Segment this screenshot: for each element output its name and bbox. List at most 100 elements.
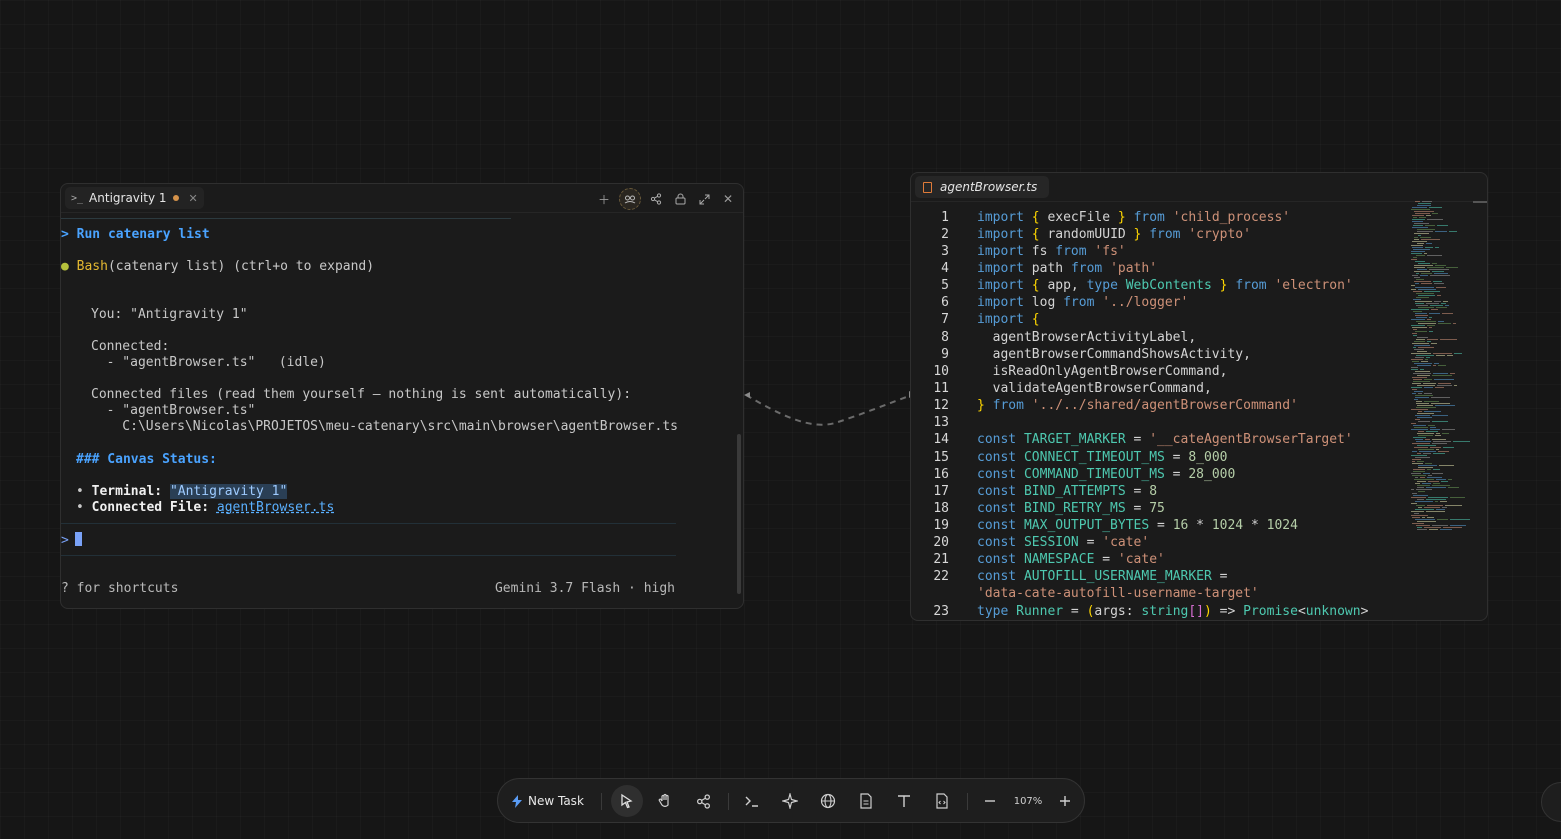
line-number: 4 xyxy=(941,261,949,276)
status-dot-icon: ● xyxy=(61,259,77,274)
terminal-status-line: • Terminal: "Antigravity 1" xyxy=(76,484,288,499)
line-number: 9 xyxy=(941,347,949,362)
code-line: const AUTOFILL_USERNAME_MARKER = xyxy=(977,569,1228,584)
unsaved-dot-icon xyxy=(172,195,179,201)
minimap-line xyxy=(1436,479,1446,480)
minimap-line xyxy=(1413,373,1431,374)
terminal-tab[interactable]: >_ Antigravity 1 ✕ xyxy=(65,187,204,209)
minimap-line xyxy=(1418,289,1436,290)
line-number: 21 xyxy=(933,552,949,567)
minimap-line xyxy=(1437,295,1441,296)
new-task-label: New Task xyxy=(528,794,584,808)
select-tool-button[interactable] xyxy=(611,785,643,817)
scrollbar[interactable] xyxy=(737,434,741,594)
new-task-button[interactable]: New Task xyxy=(512,785,584,817)
file-status-link[interactable]: agentBrowser.ts xyxy=(217,500,334,515)
pan-tool-button[interactable] xyxy=(649,785,681,817)
add-icon[interactable]: ＋ xyxy=(595,190,613,208)
zoom-level[interactable]: 107% xyxy=(1010,785,1046,817)
minimap-line xyxy=(1427,341,1431,342)
minimap-line xyxy=(1418,491,1425,492)
minimap-line xyxy=(1454,353,1462,354)
zoom-in-button[interactable] xyxy=(1049,785,1081,817)
code-line: import path from 'path' xyxy=(977,261,1158,276)
minimap-line xyxy=(1432,271,1444,272)
minimap-line xyxy=(1415,397,1429,398)
minimap[interactable] xyxy=(1411,201,1473,620)
minimap-line xyxy=(1418,263,1430,264)
terminal-tool-button[interactable] xyxy=(736,785,768,817)
browser-tool-button[interactable] xyxy=(812,785,844,817)
minimap-line xyxy=(1417,405,1433,406)
minimap-line xyxy=(1411,489,1414,490)
minimap-line xyxy=(1414,391,1423,392)
minimap-line xyxy=(1427,517,1434,518)
share-tool-button[interactable] xyxy=(687,785,719,817)
terminal-window[interactable]: >_ Antigravity 1 ✕ ＋ ✕ > Run catenary li… xyxy=(60,183,744,609)
minimap-line xyxy=(1429,529,1438,530)
line-number: 14 xyxy=(933,432,949,447)
expand-icon[interactable] xyxy=(695,190,713,208)
minimap-line xyxy=(1431,343,1437,344)
minimap-line xyxy=(1417,231,1433,232)
prompt-symbol: > xyxy=(61,533,69,548)
minimap-line xyxy=(1432,525,1448,526)
minimap-line xyxy=(1415,519,1435,520)
code-line: 'data-cate-autofill-username-target' xyxy=(977,586,1259,601)
lightning-icon xyxy=(512,794,522,808)
input-prompt[interactable]: > xyxy=(61,532,82,549)
minimap-line xyxy=(1424,401,1439,402)
minimap-line xyxy=(1434,301,1441,302)
minimap-line xyxy=(1411,511,1424,512)
minimap-line xyxy=(1424,291,1440,292)
minimap-line xyxy=(1421,273,1432,274)
minimap-line xyxy=(1425,225,1435,226)
minimap-line xyxy=(1411,369,1418,370)
lock-icon[interactable] xyxy=(671,190,689,208)
text-tool-button[interactable] xyxy=(888,785,920,817)
agent-icon[interactable] xyxy=(619,188,641,210)
zoom-out-button[interactable] xyxy=(974,785,1006,817)
ai-tool-button[interactable] xyxy=(774,785,806,817)
minimap-line xyxy=(1414,447,1428,448)
minimap-line xyxy=(1411,319,1425,320)
minimap-slider[interactable] xyxy=(1473,201,1487,203)
minimap-line xyxy=(1415,483,1420,484)
model-status[interactable]: Gemini 3.7 Flash · high xyxy=(495,581,675,596)
minimap-line xyxy=(1442,313,1453,314)
minimap-line xyxy=(1427,505,1443,506)
code-line: const BIND_ATTEMPTS = 8 xyxy=(977,484,1158,499)
side-panel-toggle[interactable] xyxy=(1541,782,1561,822)
divider xyxy=(967,793,968,810)
code-line: } from '../../shared/agentBrowserCommand… xyxy=(977,398,1298,413)
minimap-line xyxy=(1432,439,1446,440)
minimap-line xyxy=(1414,281,1431,282)
close-window-icon[interactable]: ✕ xyxy=(719,190,737,208)
minimap-line xyxy=(1418,421,1430,422)
minimap-line xyxy=(1412,343,1429,344)
minimap-line xyxy=(1414,239,1419,240)
terminal-status-label: Terminal: xyxy=(91,484,163,499)
minimap-line xyxy=(1416,279,1424,280)
file-status-line: • Connected File: agentBrowser.ts xyxy=(76,500,335,515)
minimap-line xyxy=(1414,479,1434,480)
minimap-line xyxy=(1421,239,1440,240)
minimap-line xyxy=(1413,335,1417,336)
minimap-line xyxy=(1411,245,1423,246)
canvas-status-heading: ### Canvas Status: xyxy=(76,452,217,467)
minimap-line xyxy=(1417,453,1421,454)
code-line: import { xyxy=(977,312,1040,327)
line-number: 19 xyxy=(933,518,949,533)
share-icon[interactable] xyxy=(647,190,665,208)
editor-tab[interactable]: agentBrowser.ts xyxy=(915,176,1050,198)
document-tool-button[interactable] xyxy=(850,785,882,817)
code-file-tool-button[interactable] xyxy=(926,785,958,817)
minimap-line xyxy=(1439,465,1454,466)
editor-tab-title: agentBrowser.ts xyxy=(940,180,1038,194)
editor-window[interactable]: agentBrowser.ts 1 import { execFile } fro… xyxy=(910,172,1488,621)
minimap-line xyxy=(1412,327,1427,328)
minimap-line xyxy=(1411,259,1417,260)
minimap-line xyxy=(1414,513,1419,514)
minimap-line xyxy=(1426,499,1446,500)
close-tab-icon[interactable]: ✕ xyxy=(189,192,198,205)
